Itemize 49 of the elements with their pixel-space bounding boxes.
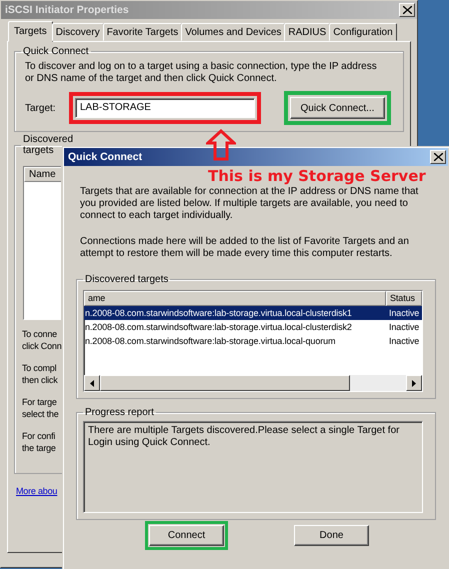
target-input-field[interactable]: LAB-STORAGE bbox=[75, 98, 255, 118]
group-label: Quick Connect bbox=[22, 46, 90, 57]
column-header[interactable]: ame bbox=[84, 291, 386, 306]
instruction-text: To conne click Conn bbox=[22, 328, 63, 352]
target-name: n.2008-08.com.starwindsoftware:lab-storage.virtua.local-clusterdisk1 bbox=[84, 308, 353, 318]
target-name: n.2008-08.com.starwindsoftware:lab-storage.virtua.local-clusterdisk2 bbox=[84, 322, 353, 332]
tab[interactable]: Configuration bbox=[329, 23, 397, 41]
help-link[interactable]: More abou bbox=[16, 486, 58, 496]
window-title: Quick Connect bbox=[68, 151, 142, 163]
scroll-left-icon[interactable] bbox=[84, 375, 100, 391]
tab[interactable]: Favorite Targets bbox=[102, 23, 182, 41]
close-icon[interactable] bbox=[434, 153, 442, 161]
target-status: Inactive bbox=[388, 336, 420, 346]
intro-text: Targets that are available for connection at the IP address or DNS name that you provided are listed below. If multiple targets are available, you need to connect to each target individually. bbox=[80, 186, 420, 222]
up-arrow-icon bbox=[206, 129, 236, 161]
group-label: Discovered targets bbox=[84, 274, 170, 285]
column-header[interactable]: Name bbox=[24, 167, 61, 182]
target-row[interactable]: n.2008-08.com.starwindsoftware:lab-storage.virtua.local-clusterdisk2 Inactive bbox=[84, 320, 422, 334]
targets-list[interactable] bbox=[83, 290, 423, 392]
close-icon[interactable] bbox=[402, 6, 412, 14]
instruction-text: For confi the targe bbox=[22, 430, 57, 454]
target-status: Inactive bbox=[388, 308, 420, 318]
description-text: To discover and log on to a target using a basic connection, type the IP address or DNS name of the target and then click Quick Connect. bbox=[25, 61, 378, 85]
tab[interactable]: Targets bbox=[8, 21, 53, 42]
tab[interactable]: Discovery bbox=[52, 23, 104, 41]
dialog-button[interactable]: Done bbox=[294, 525, 369, 546]
instruction-text: For targe select the bbox=[22, 396, 60, 420]
tab[interactable]: RADIUS bbox=[284, 23, 330, 41]
scroll-thumb[interactable] bbox=[100, 375, 350, 391]
instruction-text: To compl then click bbox=[22, 362, 59, 386]
target-row[interactable]: n.2008-08.com.starwindsoftware:lab-storage.virtua.local-quorum Inactive bbox=[84, 334, 422, 348]
info-text: Connections made here will be added to the list of Favorite Targets and an attempt to restore them will be made every time this computer restarts. bbox=[80, 236, 410, 260]
target-name: n.2008-08.com.starwindsoftware:lab-storage.virtua.local-quorum bbox=[84, 336, 336, 346]
horizontal-scrollbar[interactable] bbox=[84, 375, 422, 391]
window-title: iSCSI Initiator Properties bbox=[5, 4, 129, 16]
annotation-text: This is my Storage Server bbox=[208, 167, 426, 185]
target-row[interactable]: n.2008-08.com.starwindsoftware:lab-storage.virtua.local-clusterdisk1 Inactive bbox=[84, 306, 422, 320]
field-label: Target: bbox=[25, 102, 57, 114]
close-button[interactable] bbox=[430, 150, 446, 164]
quick-connect-button[interactable]: Quick Connect... bbox=[290, 97, 385, 119]
group-label: Progress report bbox=[84, 407, 155, 418]
column-header[interactable]: Status bbox=[386, 291, 422, 306]
target-status: Inactive bbox=[388, 322, 420, 332]
close-button[interactable] bbox=[399, 3, 415, 17]
dialog-button[interactable]: Connect bbox=[149, 525, 224, 546]
targets-list[interactable]: Name bbox=[23, 166, 61, 320]
scroll-right-icon[interactable] bbox=[406, 375, 422, 391]
tab[interactable]: Volumes and Devices bbox=[181, 23, 286, 41]
progress-message-text: There are multiple Targets discovered.Please select a single Target for Login using Quick Connect. bbox=[83, 421, 423, 513]
